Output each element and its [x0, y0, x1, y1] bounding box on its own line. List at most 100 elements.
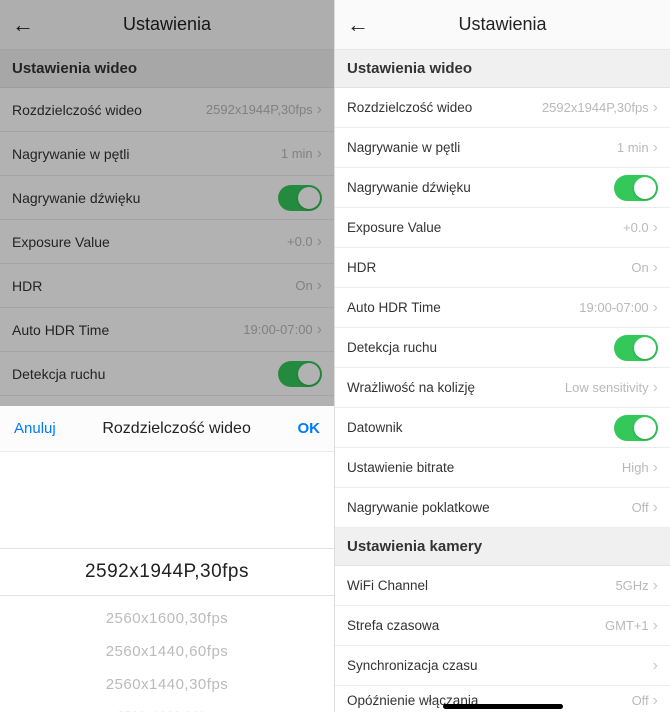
row-exposure[interactable]: Exposure Value +0.0 ›: [335, 208, 670, 248]
toggle-audio[interactable]: [278, 185, 322, 211]
chevron-right-icon: ›: [653, 460, 658, 476]
page-title: Ustawienia: [123, 14, 211, 35]
chevron-right-icon: ›: [653, 300, 658, 316]
row-value: Off: [632, 693, 649, 708]
chevron-right-icon: ›: [317, 322, 322, 338]
row-label: Nagrywanie dźwięku: [347, 180, 614, 195]
row-value: 1 min: [617, 140, 649, 155]
chevron-right-icon: ›: [317, 278, 322, 294]
back-icon[interactable]: ←: [12, 12, 34, 38]
row-label: Rozdzielczość wideo: [12, 102, 206, 118]
row-value: +0.0: [287, 234, 313, 249]
row-loop[interactable]: Nagrywanie w pętli 1 min ›: [335, 128, 670, 168]
row-value: GMT+1: [605, 618, 649, 633]
row-value: Low sensitivity: [565, 380, 649, 395]
row-value: 19:00-07:00: [579, 300, 648, 315]
chevron-right-icon: ›: [653, 658, 658, 674]
row-label: Rozdzielczość wideo: [347, 100, 542, 115]
row-value: 2592x1944P,30fps: [206, 102, 313, 117]
row-wifi[interactable]: WiFi Channel 5GHz ›: [335, 566, 670, 606]
row-label: Nagrywanie w pętli: [12, 146, 281, 162]
row-label: Nagrywanie poklatkowe: [347, 500, 632, 515]
cancel-button[interactable]: Anuluj: [14, 420, 56, 437]
header: ← Ustawienia: [0, 0, 334, 50]
picker-wheel[interactable]: 2592x1944P,30fps 2560x1600,30fps 2560x14…: [0, 452, 334, 712]
row-exposure[interactable]: Exposure Value +0.0 ›: [0, 220, 334, 264]
chevron-right-icon: ›: [653, 140, 658, 156]
row-label: Auto HDR Time: [347, 300, 579, 315]
row-collision[interactable]: Wrażliwość na kolizję Low sensitivity ›: [335, 368, 670, 408]
row-label: Auto HDR Time: [12, 322, 243, 338]
chevron-right-icon: ›: [317, 146, 322, 162]
picker-option[interactable]: 2560x1600,30fps: [0, 602, 334, 635]
row-label: Wrażliwość na kolizję: [347, 380, 565, 395]
row-label: Exposure Value: [347, 220, 623, 235]
picker-option-selected[interactable]: 2592x1944P,30fps: [0, 548, 334, 596]
header: ← Ustawienia: [335, 0, 670, 50]
picker-sheet: Anuluj Rozdzielczość wideo OK 2592x1944P…: [0, 406, 334, 712]
row-label: HDR: [12, 278, 295, 294]
row-hdr[interactable]: HDR On ›: [335, 248, 670, 288]
row-motion[interactable]: Detekcja ruchu: [335, 328, 670, 368]
row-label: Strefa czasowa: [347, 618, 605, 633]
row-label: Synchronizacja czasu: [347, 658, 649, 673]
row-resolution[interactable]: Rozdzielczość wideo 2592x1944P,30fps ›: [0, 88, 334, 132]
row-label: Detekcja ruchu: [347, 340, 614, 355]
row-bitrate[interactable]: Ustawienie bitrate High ›: [335, 448, 670, 488]
row-audio[interactable]: Nagrywanie dźwięku: [335, 168, 670, 208]
row-label: HDR: [347, 260, 631, 275]
chevron-right-icon: ›: [653, 578, 658, 594]
row-label: Nagrywanie dźwięku: [12, 190, 278, 206]
row-label: Exposure Value: [12, 234, 287, 250]
section-video: Ustawienia wideo: [0, 50, 334, 88]
picker-header: Anuluj Rozdzielczość wideo OK: [0, 406, 334, 452]
ok-button[interactable]: OK: [298, 420, 321, 437]
picker-option[interactable]: 2560x1440,60fps: [0, 635, 334, 668]
row-loop[interactable]: Nagrywanie w pętli 1 min ›: [0, 132, 334, 176]
row-value: Off: [632, 500, 649, 515]
chevron-right-icon: ›: [653, 260, 658, 276]
row-hdr[interactable]: HDR On ›: [0, 264, 334, 308]
screen-left: ← Ustawienia Ustawienia wideo Rozdzielcz…: [0, 0, 335, 712]
row-value: 2592x1944P,30fps: [542, 100, 649, 115]
row-label: WiFi Channel: [347, 578, 615, 593]
chevron-right-icon: ›: [653, 500, 658, 516]
row-resolution[interactable]: Rozdzielczość wideo 2592x1944P,30fps ›: [335, 88, 670, 128]
row-value: On: [631, 260, 648, 275]
row-value: High: [622, 460, 649, 475]
back-icon[interactable]: ←: [347, 12, 369, 38]
row-label: Ustawienie bitrate: [347, 460, 622, 475]
chevron-right-icon: ›: [653, 693, 658, 709]
toggle-motion[interactable]: [278, 361, 322, 387]
row-value: 19:00-07:00: [243, 322, 312, 337]
page-title: Ustawienia: [458, 14, 546, 35]
chevron-right-icon: ›: [653, 100, 658, 116]
row-value: 1 min: [281, 146, 313, 161]
row-hdr-time[interactable]: Auto HDR Time 19:00-07:00 ›: [335, 288, 670, 328]
row-value: 5GHz: [615, 578, 648, 593]
section-video: Ustawienia wideo: [335, 50, 670, 88]
row-value: +0.0: [623, 220, 649, 235]
row-label: Nagrywanie w pętli: [347, 140, 617, 155]
chevron-right-icon: ›: [317, 102, 322, 118]
row-timelapse[interactable]: Nagrywanie poklatkowe Off ›: [335, 488, 670, 528]
section-camera: Ustawienia kamery: [335, 528, 670, 566]
row-timesync[interactable]: Synchronizacja czasu ›: [335, 646, 670, 686]
picker-title: Rozdzielczość wideo: [102, 420, 251, 438]
row-label: Datownik: [347, 420, 614, 435]
row-label: Detekcja ruchu: [12, 366, 278, 382]
picker-option[interactable]: 2560x1440,30fps: [0, 668, 334, 701]
row-datestamp[interactable]: Datownik: [335, 408, 670, 448]
chevron-right-icon: ›: [653, 618, 658, 634]
row-timezone[interactable]: Strefa czasowa GMT+1 ›: [335, 606, 670, 646]
toggle-audio[interactable]: [614, 175, 658, 201]
row-motion[interactable]: Detekcja ruchu: [0, 352, 334, 396]
picker-option[interactable]: 2560x1080,60fps: [0, 701, 334, 712]
row-audio[interactable]: Nagrywanie dźwięku: [0, 176, 334, 220]
row-hdr-time[interactable]: Auto HDR Time 19:00-07:00 ›: [0, 308, 334, 352]
toggle-datestamp[interactable]: [614, 415, 658, 441]
row-value: On: [295, 278, 312, 293]
chevron-right-icon: ›: [653, 380, 658, 396]
toggle-motion[interactable]: [614, 335, 658, 361]
home-indicator: [443, 704, 563, 709]
